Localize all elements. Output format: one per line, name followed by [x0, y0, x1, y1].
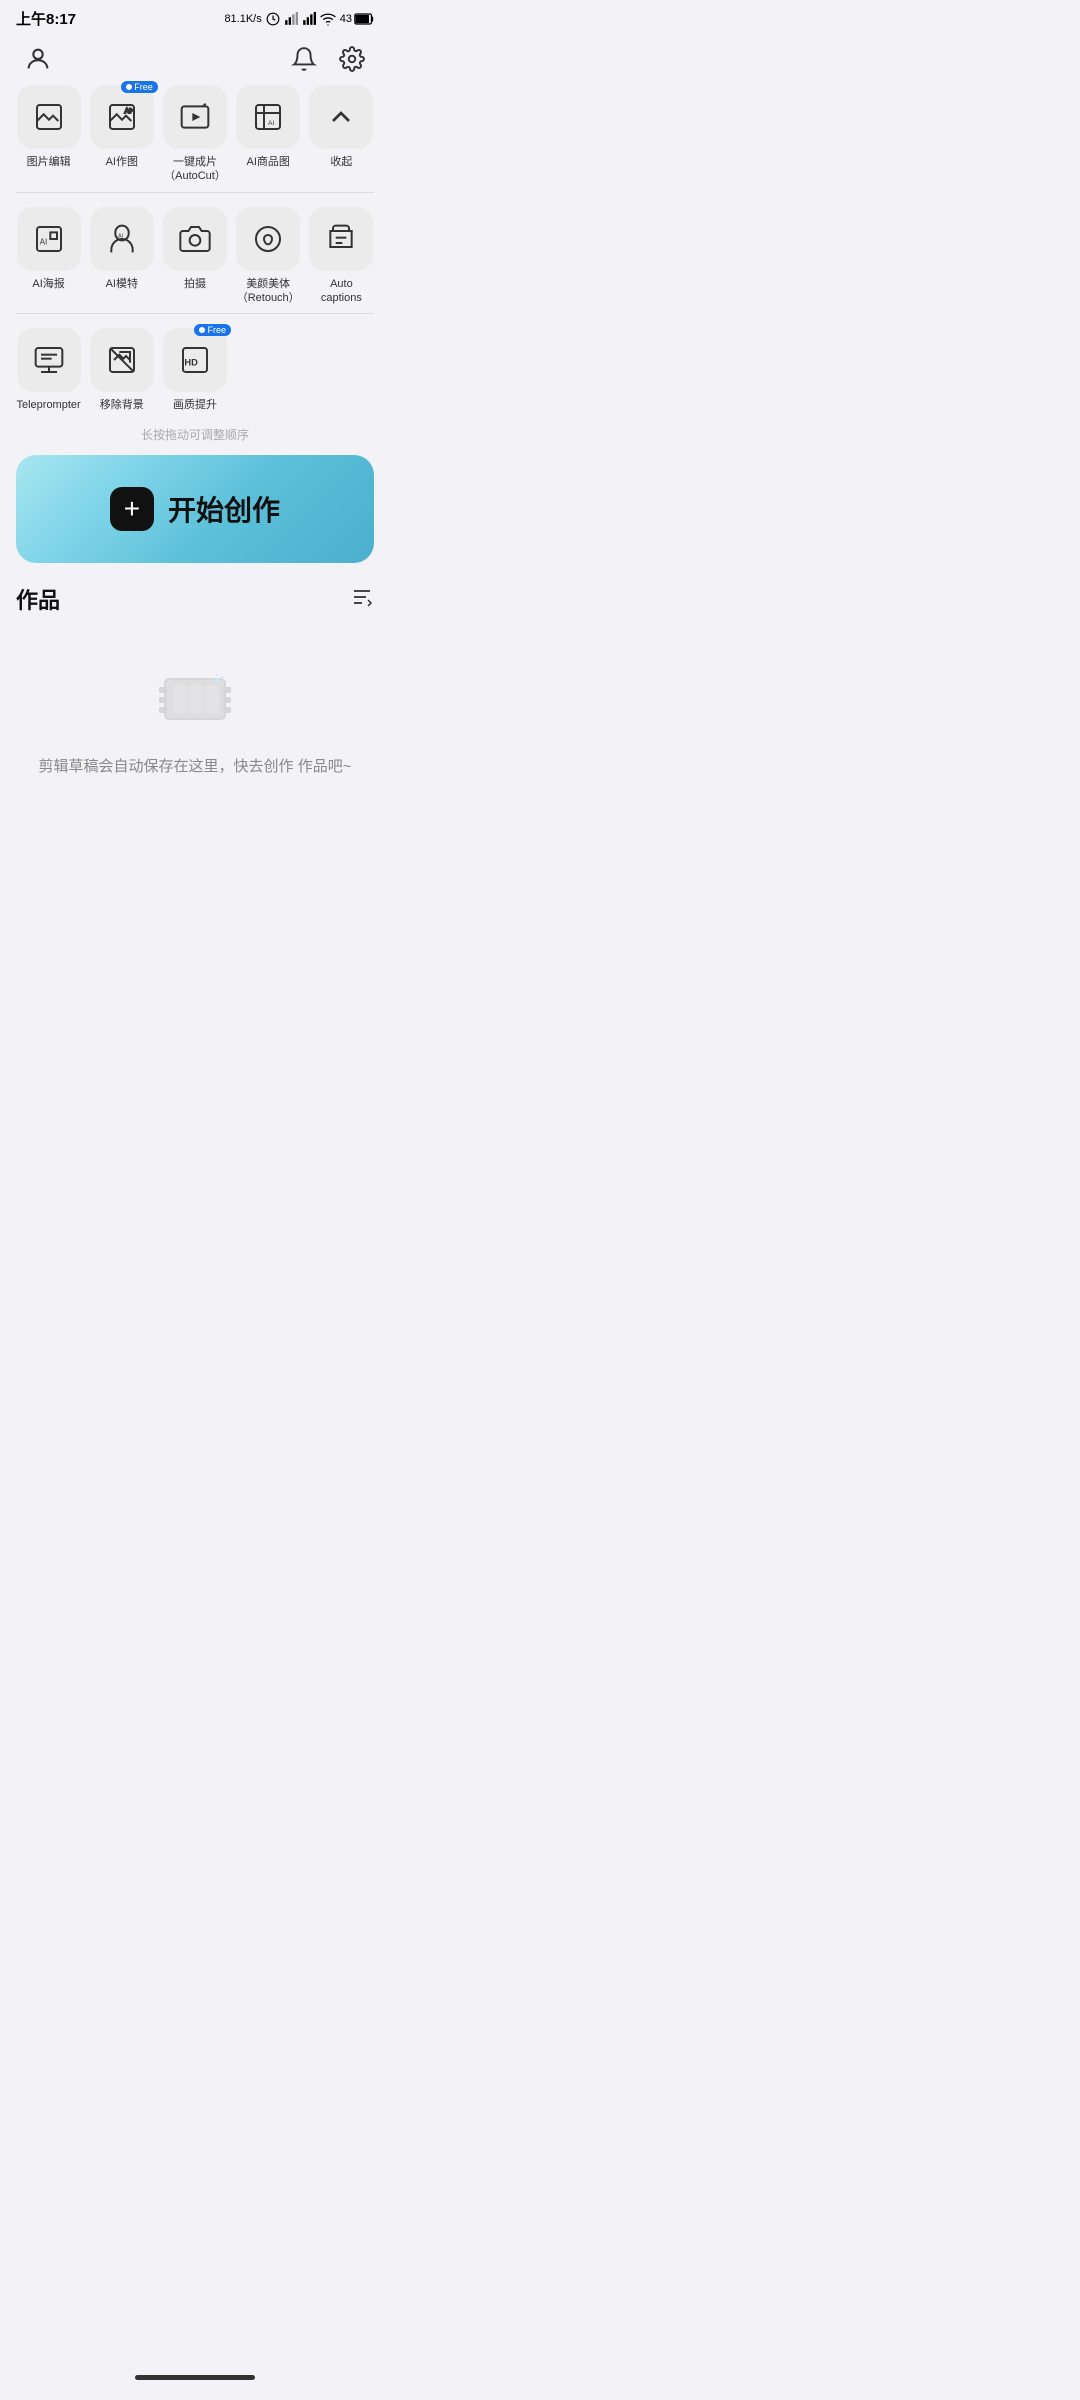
- works-title: 作品: [16, 583, 60, 615]
- create-banner[interactable]: + 开始创作: [16, 455, 374, 563]
- tool-autocut[interactable]: 一键成片 （AutoCut）: [162, 85, 227, 184]
- ai-model-icon: AI: [106, 223, 138, 255]
- tool-ai-poster[interactable]: AI AI海报: [16, 207, 81, 306]
- signal-icon-2: [302, 12, 316, 26]
- tool-remove-bg[interactable]: 移除背景: [89, 328, 154, 412]
- hd-enhance-icon: HD: [179, 344, 211, 376]
- ai-poster-icon: AI: [33, 223, 65, 255]
- tool-label: 图片编辑: [27, 155, 71, 169]
- create-label: 开始创作: [168, 489, 280, 529]
- tool-label: 美颜美体 （Retouch）: [237, 277, 300, 306]
- tool-label: AI商品图: [246, 155, 289, 169]
- tool-hd-enhance[interactable]: Free HD 画质提升: [162, 328, 227, 412]
- svg-text:AI: AI: [118, 233, 123, 239]
- tool-label: Auto captions: [309, 277, 374, 306]
- film-strip-icon: [155, 659, 235, 739]
- tool-collapse[interactable]: 收起: [309, 85, 374, 184]
- ai-product-icon: AI: [252, 101, 284, 133]
- tool-label: 画质提升: [173, 398, 217, 412]
- retouch-icon: [252, 223, 284, 255]
- tools-row-1: 图片编辑 Free AI AI作图 一键成片 （AutoCut） AI AI商品…: [16, 85, 374, 184]
- tools-row-2: AI AI海报 AI AI模特 拍摄 美颜美体 （Retouch）: [16, 207, 374, 306]
- image-edit-icon: [33, 101, 65, 133]
- collapse-icon: [325, 101, 357, 133]
- tool-label: 一键成片 （AutoCut）: [164, 155, 226, 184]
- battery-text: 43: [340, 13, 374, 25]
- signal-icon-1: [284, 12, 298, 26]
- svg-text:HD: HD: [184, 358, 198, 368]
- tool-camera[interactable]: 拍摄: [162, 207, 227, 306]
- tool-image-edit[interactable]: 图片编辑: [16, 85, 81, 184]
- section-divider-1: [16, 192, 374, 193]
- camera-icon: [179, 223, 211, 255]
- clock-icon: [266, 12, 280, 26]
- gear-icon: [339, 46, 365, 72]
- wifi-icon: [320, 12, 336, 26]
- tool-label: Teleprompter: [16, 398, 80, 412]
- settings-button[interactable]: [334, 41, 370, 77]
- tool-label: AI海报: [32, 277, 64, 291]
- empty-state: 剪辑草稿会自动保存在这里，快去创作 作品吧~: [16, 639, 374, 799]
- bell-icon: [291, 46, 317, 72]
- bottom-bar: [0, 2363, 390, 2400]
- tool-label: AI模特: [106, 277, 138, 291]
- home-indicator: [135, 2375, 255, 2380]
- sort-icon: [350, 585, 374, 609]
- free-badge: Free: [121, 81, 158, 93]
- network-speed: 81.1K/s: [224, 13, 261, 25]
- works-header: 作品: [16, 583, 374, 615]
- sort-button[interactable]: [350, 585, 374, 614]
- tool-label: 收起: [330, 155, 352, 169]
- svg-text:AI: AI: [268, 120, 274, 127]
- person-icon: [24, 45, 52, 73]
- section-divider-2: [16, 313, 374, 314]
- tools-section: 图片编辑 Free AI AI作图 一键成片 （AutoCut） AI AI商品…: [0, 85, 390, 455]
- svg-text:AI: AI: [124, 108, 130, 115]
- free-badge-2: Free: [194, 324, 231, 336]
- teleprompter-icon: [33, 344, 65, 376]
- drag-hint: 长按拖动可调整顺序: [16, 420, 374, 455]
- ai-draw-icon: AI: [106, 101, 138, 133]
- svg-text:AI: AI: [39, 237, 47, 246]
- tool-label: 移除背景: [100, 398, 144, 412]
- tool-ai-product[interactable]: AI AI商品图: [236, 85, 301, 184]
- tool-label: 拍摄: [184, 277, 206, 291]
- autocut-icon: [179, 101, 211, 133]
- battery-icon: [354, 13, 374, 25]
- auto-captions-icon: [325, 223, 357, 255]
- tool-auto-captions[interactable]: Auto captions: [309, 207, 374, 306]
- tool-teleprompter[interactable]: Teleprompter: [16, 328, 81, 412]
- profile-button[interactable]: [20, 41, 56, 77]
- tools-row-3: Teleprompter 移除背景 Free HD 画质提升: [16, 328, 374, 412]
- status-right: 81.1K/s 43: [224, 12, 374, 26]
- bell-button[interactable]: [286, 41, 322, 77]
- tool-label: AI作图: [106, 155, 138, 169]
- create-plus-icon: +: [110, 487, 154, 531]
- status-time: 上午8:17: [16, 8, 76, 29]
- status-bar: 上午8:17 81.1K/s 43: [0, 0, 390, 33]
- tool-ai-draw[interactable]: Free AI AI作图: [89, 85, 154, 184]
- tool-ai-model[interactable]: AI AI模特: [89, 207, 154, 306]
- nav-right: [286, 41, 370, 77]
- top-nav: [0, 33, 390, 85]
- empty-text: 剪辑草稿会自动保存在这里，快去创作 作品吧~: [39, 755, 352, 779]
- works-section: 作品 剪辑草稿会自: [0, 583, 390, 799]
- remove-bg-icon: [106, 344, 138, 376]
- tool-retouch[interactable]: 美颜美体 （Retouch）: [236, 207, 301, 306]
